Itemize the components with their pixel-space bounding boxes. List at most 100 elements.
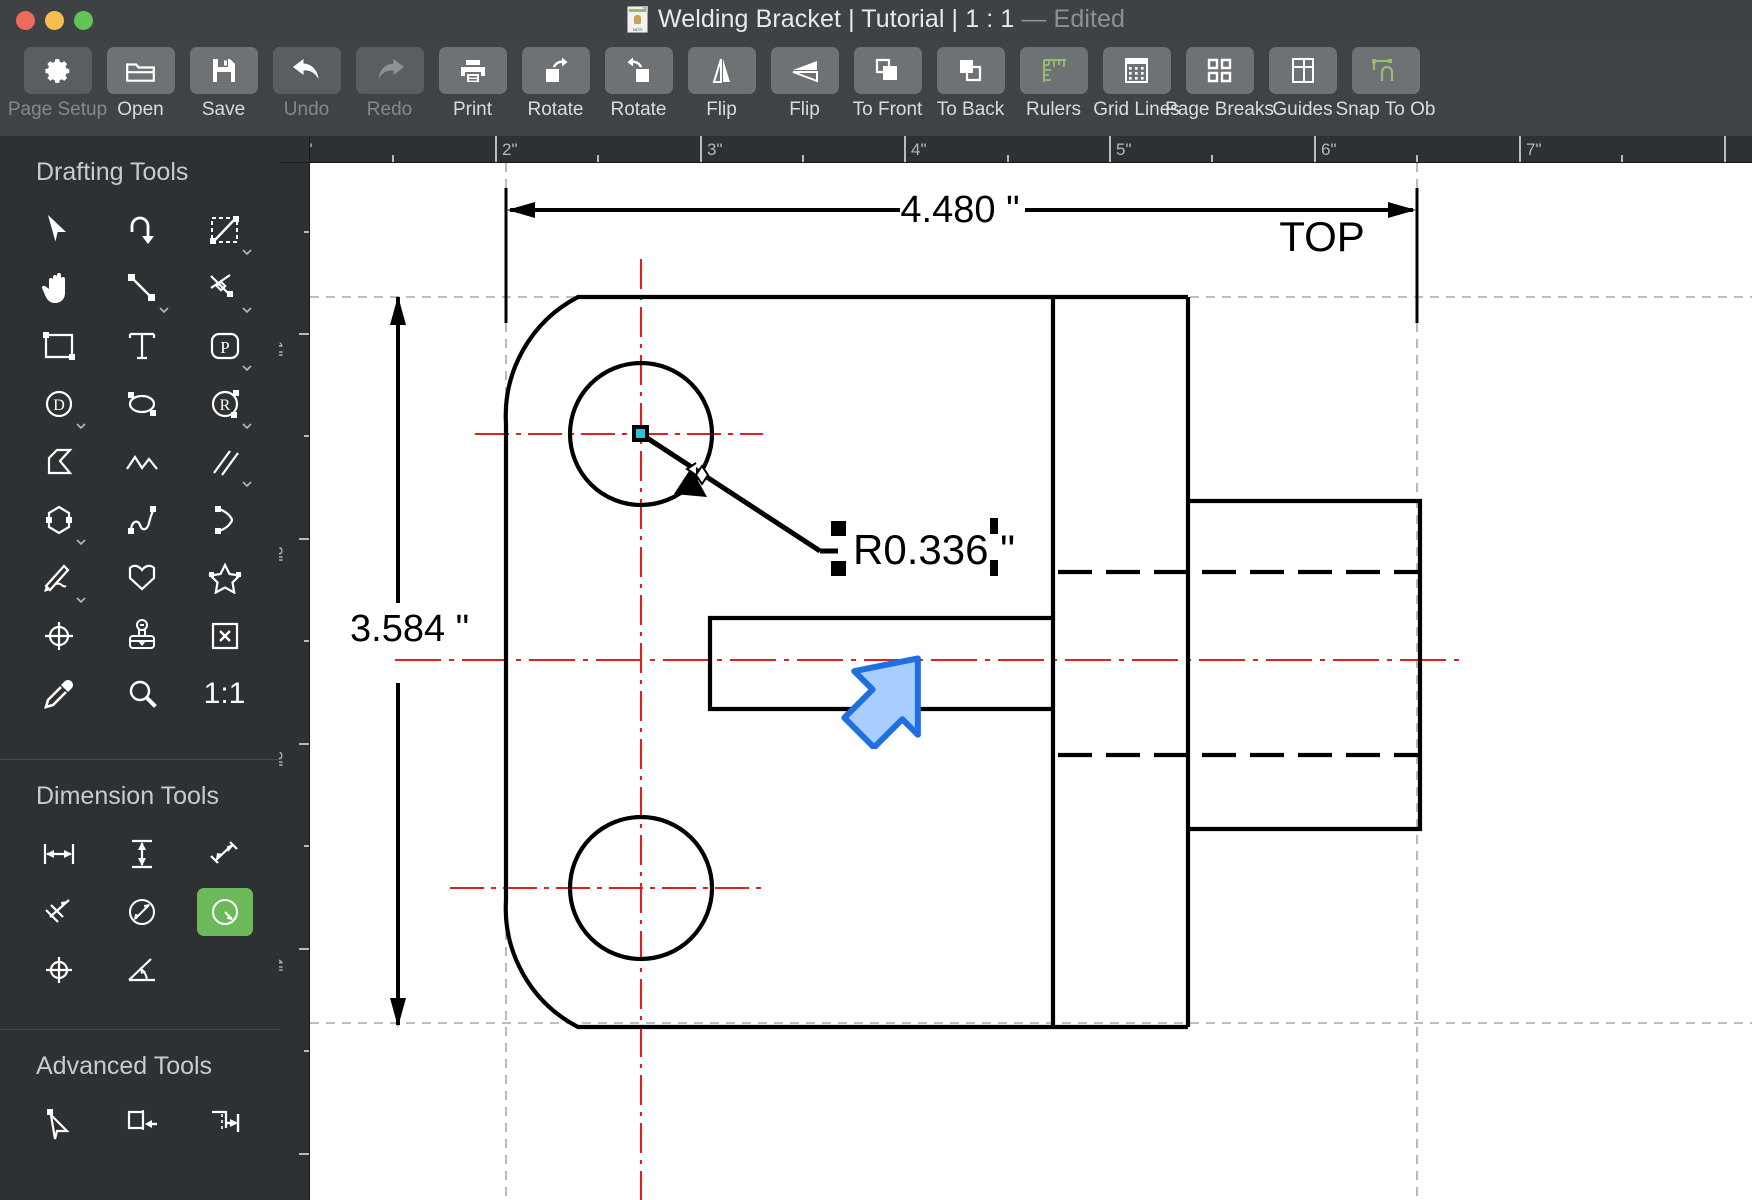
- tool-aligned-dimension[interactable]: [183, 825, 266, 883]
- tool-freehand[interactable]: [17, 549, 100, 607]
- baseline-dimension-icon: [31, 888, 87, 936]
- ruler-label-v: 3": [279, 751, 286, 767]
- tool-center-mark-dimension[interactable]: [17, 941, 100, 999]
- tool-text[interactable]: [100, 317, 183, 375]
- toolbar-button-flip-horizontal[interactable]: Flip: [680, 42, 763, 121]
- tool-arc[interactable]: [183, 491, 266, 549]
- title-layer-name: Tutorial: [861, 5, 945, 33]
- toolbar-button-open[interactable]: Open: [99, 42, 182, 121]
- tool-radius-dimension[interactable]: [183, 883, 266, 941]
- tool-ellipse[interactable]: [100, 375, 183, 433]
- chevron-down-icon[interactable]: [242, 481, 252, 487]
- horizontal-ruler[interactable]: 1" 2" 3" 4" 5" 6" 7": [310, 136, 1752, 163]
- chamfer-icon: [31, 438, 87, 486]
- window-controls: [16, 11, 93, 30]
- tool-eyedropper[interactable]: [17, 665, 100, 723]
- chevron-down-icon[interactable]: [242, 423, 252, 429]
- chevron-down-icon[interactable]: [76, 423, 86, 429]
- radius-dimension-icon: [196, 888, 253, 936]
- selection-handle[interactable]: [831, 521, 846, 536]
- close-button[interactable]: [16, 11, 35, 30]
- tool-radius-circle[interactable]: R: [183, 375, 266, 433]
- tool-line[interactable]: [100, 259, 183, 317]
- ruler-tick-major: [299, 538, 309, 540]
- view-label-top[interactable]: TOP: [1279, 213, 1365, 260]
- tool-angular-dimension[interactable]: [100, 941, 183, 999]
- toolbar-button-rotate-left[interactable]: Rotate: [514, 42, 597, 121]
- tool-trim[interactable]: [183, 259, 266, 317]
- ruler-tick-minor: [1621, 155, 1623, 162]
- tool-polyline[interactable]: [100, 433, 183, 491]
- selection-handle[interactable]: [831, 561, 846, 576]
- toolbar-label: Snap To Ob: [1335, 99, 1436, 120]
- chevron-down-icon[interactable]: [159, 307, 169, 313]
- hole-radius-dimension[interactable]: R0.336 ": [632, 425, 1015, 576]
- minimize-button[interactable]: [45, 11, 64, 30]
- star-icon: [197, 554, 253, 602]
- tool-delete[interactable]: [183, 607, 266, 665]
- toolbar-button-flip-vertical[interactable]: Flip: [763, 42, 846, 121]
- marquee-diagonal-icon: [197, 206, 253, 254]
- tool-star-shape[interactable]: [183, 549, 266, 607]
- toolbar-button-snap-to-object[interactable]: Snap To Ob: [1336, 42, 1436, 121]
- tool-node-edit[interactable]: [17, 1095, 100, 1153]
- tool-stamp[interactable]: [100, 607, 183, 665]
- svg-text:P: P: [220, 338, 229, 357]
- tool-regular-polygon[interactable]: [17, 491, 100, 549]
- selection-handle[interactable]: [990, 560, 998, 576]
- tool-scale[interactable]: [183, 201, 266, 259]
- tool-chamfer[interactable]: [17, 433, 100, 491]
- toolbar-button-guides[interactable]: Guides: [1261, 42, 1344, 121]
- toolbar-label: Page Breaks: [1165, 99, 1274, 120]
- document-title-group: MD79 Welding Bracket | Tutorial | 1 : 1 …: [0, 5, 1752, 34]
- selection-handle[interactable]: [990, 518, 998, 534]
- chevron-down-icon[interactable]: [242, 249, 252, 255]
- tool-selection-arrow[interactable]: [17, 201, 100, 259]
- overall-height-dimension[interactable]: 3.584 ": [350, 296, 469, 1027]
- tool-horizontal-dimension[interactable]: [17, 825, 100, 883]
- toolbar-button-undo[interactable]: Undo: [265, 42, 348, 121]
- tool-pan[interactable]: [17, 259, 100, 317]
- toolbar-button-redo: Redo: [348, 42, 431, 121]
- tool-rotate[interactable]: [100, 201, 183, 259]
- toolbar-button-to-back[interactable]: To Back: [929, 42, 1012, 121]
- chevron-down-icon[interactable]: [76, 539, 86, 545]
- chevron-down-icon[interactable]: [242, 307, 252, 313]
- ruler-label-v: 1": [279, 341, 286, 357]
- tool-diameter-circle[interactable]: D: [17, 375, 100, 433]
- toolbar-button-rulers[interactable]: Rulers: [1012, 42, 1095, 121]
- toolbar-button-to-front[interactable]: To Front: [846, 42, 929, 121]
- chevron-down-icon[interactable]: [76, 597, 86, 603]
- tool-spline[interactable]: [100, 491, 183, 549]
- part-outline[interactable]: [503, 294, 1423, 1030]
- zoom-button[interactable]: [74, 11, 93, 30]
- canvas-area[interactable]: 4.480 " TOP 3.584 " R0.336 ": [310, 163, 1752, 1200]
- tool-polygon-p[interactable]: P: [183, 317, 266, 375]
- vertical-ruler[interactable]: 1" 2" 3" 4": [279, 163, 310, 1200]
- tool-actual-size[interactable]: 1:1: [183, 665, 266, 723]
- tool-center-mark[interactable]: [17, 607, 100, 665]
- toolbar-button-rotate-right[interactable]: Rotate: [597, 42, 680, 121]
- technical-drawing[interactable]: 4.480 " TOP 3.584 " R0.336 ": [310, 163, 1752, 1200]
- toolbar-button-page-breaks[interactable]: Page Breaks: [1165, 42, 1274, 121]
- tool-vertical-dimension[interactable]: [100, 825, 183, 883]
- toolbar-button-print[interactable]: Print: [431, 42, 514, 121]
- tool-diameter-dimension[interactable]: [100, 883, 183, 941]
- chevron-down-icon[interactable]: [242, 365, 252, 371]
- flip-vertical-icon: [770, 47, 839, 94]
- drawing-page[interactable]: 4.480 " TOP 3.584 " R0.336 ": [310, 163, 1752, 1200]
- tool-rectangle[interactable]: [17, 317, 100, 375]
- bezier-spline-icon: [114, 496, 170, 544]
- toolbar-button-page-setup[interactable]: Page Setup: [8, 42, 107, 121]
- tool-heart-shape[interactable]: [100, 549, 183, 607]
- ruler-tick-major: [299, 948, 309, 950]
- floppy-disk-icon: [189, 47, 258, 94]
- tool-offset[interactable]: [183, 433, 266, 491]
- tool-zoom[interactable]: [100, 665, 183, 723]
- actual-size-label: 1:1: [203, 677, 246, 710]
- toolbar-button-save[interactable]: Save: [182, 42, 265, 121]
- tool-align-left[interactable]: [100, 1095, 183, 1153]
- active-handle[interactable]: [636, 429, 645, 438]
- tool-baseline-dimension[interactable]: [17, 883, 100, 941]
- tool-distribute[interactable]: [183, 1095, 266, 1153]
